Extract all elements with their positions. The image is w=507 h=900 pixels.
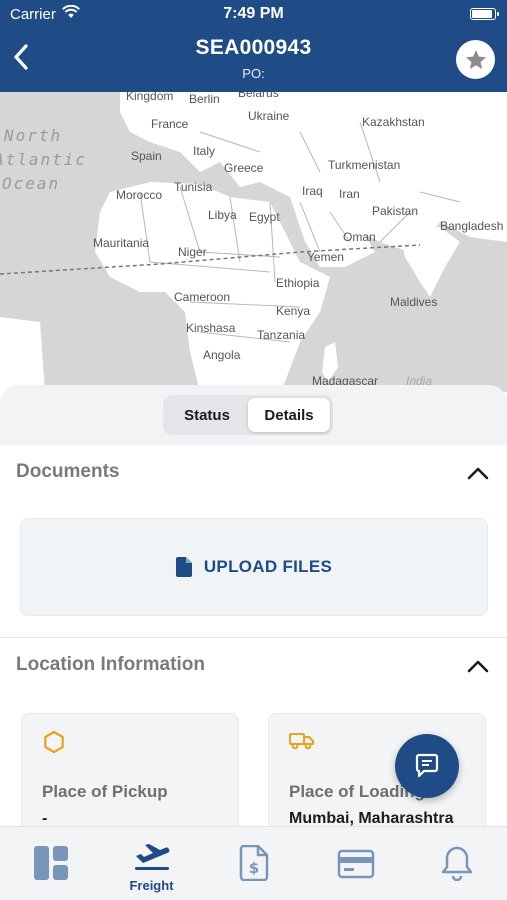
nav-notifications[interactable] xyxy=(406,827,507,900)
map-label: Kinshasa xyxy=(186,321,236,335)
credit-card-icon xyxy=(337,849,375,884)
battery-icon xyxy=(470,8,499,20)
map-label: Pakistan xyxy=(372,204,419,218)
documents-section-header[interactable]: Documents xyxy=(0,445,507,501)
map-label: Belarus xyxy=(238,92,279,100)
map-label: Libya xyxy=(208,208,237,222)
map-label: Bangladesh xyxy=(440,219,504,233)
ocean-label: North xyxy=(4,126,63,145)
app-header: Carrier 7:49 PM SEA000943 PO: xyxy=(0,0,507,92)
map-label: Greece xyxy=(224,161,264,175)
map-label: Ethiopia xyxy=(276,276,320,290)
map-label: Spain xyxy=(131,149,162,163)
upload-files-button[interactable]: UPLOAD FILES xyxy=(20,518,488,616)
map-label: Kenya xyxy=(276,304,311,318)
map-label: Angola xyxy=(203,348,241,362)
map-land xyxy=(0,92,507,392)
map-label: Cameroon xyxy=(174,290,231,304)
truck-icon xyxy=(289,730,315,755)
map-label: Ukraine xyxy=(248,109,290,123)
map-label: Kingdom xyxy=(126,92,174,103)
map-label: Turkmenistan xyxy=(328,158,401,172)
map-label: Egypt xyxy=(249,210,280,224)
shipment-route-map[interactable]: North Atlantic Ocean Kingdom Berlin Bela… xyxy=(0,92,507,392)
nav-freight-label: Freight xyxy=(129,878,174,893)
ocean-label: Atlantic xyxy=(0,150,88,169)
ocean-label: Ocean xyxy=(2,174,61,193)
svg-text:$: $ xyxy=(248,859,258,877)
status-time: 7:49 PM xyxy=(223,5,284,22)
map-label: Tunisia xyxy=(174,180,213,194)
star-icon xyxy=(465,49,486,69)
location-title: Location Information xyxy=(16,654,205,675)
nav-payments[interactable] xyxy=(305,827,406,900)
map-label: Berlin xyxy=(189,92,220,106)
tab-status[interactable]: Status xyxy=(166,398,248,432)
map-label: Mauritania xyxy=(93,236,150,250)
documents-title: Documents xyxy=(16,461,120,482)
status-bar: Carrier 7:49 PM xyxy=(0,0,507,28)
map-label: Tanzania xyxy=(257,328,306,342)
chevron-up-icon[interactable] xyxy=(465,656,491,676)
map-label: Morocco xyxy=(116,188,163,202)
tab-details[interactable]: Details xyxy=(248,398,330,432)
view-segmented-control: Status Details xyxy=(163,395,333,435)
map-label: Niger xyxy=(178,245,207,259)
favorite-button[interactable] xyxy=(456,40,495,79)
map-label: France xyxy=(151,117,189,131)
map-label: Maldives xyxy=(390,295,438,309)
map-label: Iran xyxy=(339,187,360,201)
pickup-label: Place of Pickup xyxy=(42,782,168,801)
shipment-title: SEA000943 xyxy=(195,36,312,59)
map-label: Yemen xyxy=(307,250,344,264)
chat-button[interactable] xyxy=(395,734,459,798)
nav-freight[interactable]: Freight xyxy=(101,827,202,900)
bottom-tab-bar: Freight $ xyxy=(0,826,507,900)
po-label: PO: xyxy=(242,66,265,81)
hexagon-icon xyxy=(42,730,66,759)
plane-departure-icon xyxy=(133,839,171,876)
map-label: Italy xyxy=(193,144,216,158)
map-label: Oman xyxy=(343,230,376,244)
dashboard-icon xyxy=(33,845,69,886)
map-label: Iraq xyxy=(302,184,323,198)
chat-icon xyxy=(415,753,439,778)
location-section-header[interactable]: Location Information xyxy=(0,638,507,694)
bell-icon xyxy=(441,845,473,886)
nav-invoices[interactable]: $ xyxy=(203,827,304,900)
upload-files-label: UPLOAD FILES xyxy=(203,557,333,576)
chevron-up-icon[interactable] xyxy=(465,463,491,483)
nav-dashboard[interactable] xyxy=(0,827,101,900)
place-of-pickup-card[interactable]: Place of Pickup - xyxy=(21,713,239,833)
map-label: Kazakhstan xyxy=(362,115,425,129)
file-icon xyxy=(175,557,192,577)
invoice-icon: $ xyxy=(239,844,269,886)
